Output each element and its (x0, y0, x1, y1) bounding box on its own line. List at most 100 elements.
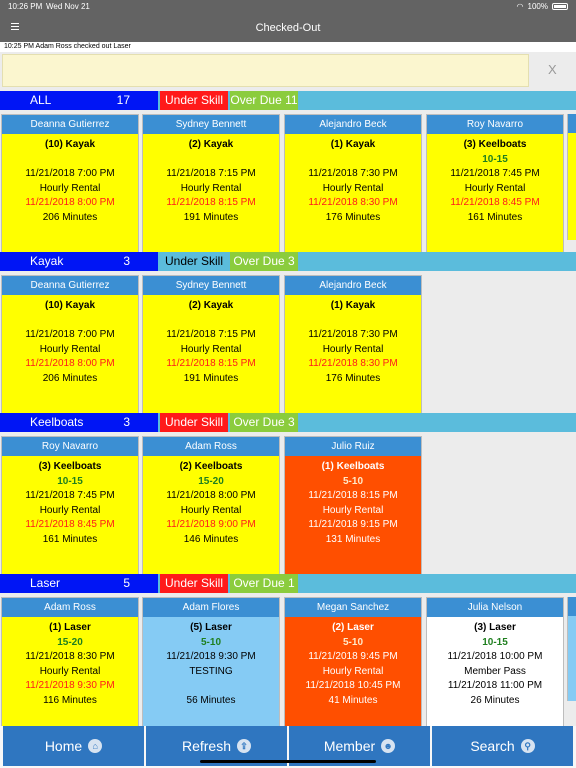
group-count: 5 (123, 576, 130, 590)
rental-card[interactable]: Julio Ruiz (1) Keelboats 5-10 11/21/2018 8:… (284, 436, 422, 578)
due-time (143, 679, 279, 694)
due-time: 11/21/2018 8:30 PM (308, 358, 398, 369)
rental-details: (2) Kayak 11/21/2018 7:15 PM Hourly Rental… (143, 295, 279, 416)
checkout-time: 11/21/2018 9:45 PM (308, 651, 398, 662)
rental-details: (1) Laser 15-20 11/21/2018 8:30 PM Hourly R… (2, 617, 138, 738)
rental-card[interactable]: Adam Ross (2) Keelboats 15-20 11/21/2018 8:… (142, 436, 280, 578)
checkout-time: 11/21/2018 7:15 PM (166, 329, 256, 340)
group-bar-laser[interactable]: Laser 5 Under Skill 3Over Due 1 (0, 574, 576, 609)
rental-details: (1) Keelboats 5-10 11/21/2018 8:15 PM Hourl… (285, 456, 421, 577)
group-name: Kayak (30, 254, 64, 268)
elapsed-minutes: 41 Minutes (328, 694, 378, 706)
group-count: 3 (123, 254, 130, 268)
rental-type: Hourly Rental (39, 665, 101, 677)
elapsed-minutes: 206 Minutes (42, 372, 98, 384)
skill-range: 5-10 (342, 475, 363, 487)
rental-card[interactable]: Roy Navarro (3) Keelboats 10-15 11/21/2018 … (1, 436, 139, 578)
checkout-time: 11/21/2018 7:15 PM (166, 168, 256, 179)
due-time: 11/21/2018 10:45 PM (305, 680, 401, 691)
skill-range: 15-20 (57, 636, 83, 648)
elapsed-minutes: 176 Minutes (325, 372, 381, 384)
boat-label: (3) Keelboats (38, 461, 102, 472)
rental-details: (10) Kayak 11/21/2018 7:00 PM Hourly Renta… (2, 295, 138, 416)
rental-type: Hourly Rental (180, 182, 242, 194)
rental-card[interactable]: Deanna Gutierrez (10) Kayak 11/21/2018 7:0… (1, 275, 139, 417)
skill-range (285, 153, 421, 168)
rental-type: Hourly Rental (39, 343, 101, 355)
rental-type: Hourly Rental (39, 504, 101, 516)
rental-type: Hourly Rental (464, 182, 526, 194)
group-filter-all[interactable]: Keelboats 3 (0, 413, 158, 432)
skill-range: 5-10 (342, 636, 363, 648)
rental-card[interactable]: Adam Flores (5) Laser 5-10 11/21/2018 9:30 … (142, 597, 280, 739)
due-time: 11/21/2018 8:45 PM (450, 197, 540, 208)
tab-home-button[interactable]: Home ⌂ (3, 726, 144, 766)
checkout-time: 11/21/2018 7:30 PM (308, 168, 398, 179)
rental-card[interactable]: Deanna Gutierrez (10) Kayak 11/21/2018 7:0… (1, 114, 139, 256)
next-card-edge[interactable] (567, 114, 576, 240)
status-date: Wed Nov 21 (46, 2, 90, 11)
next-card-edge[interactable] (567, 597, 576, 701)
group-filter-all[interactable]: Kayak 3 (0, 252, 158, 271)
elapsed-minutes: 206 Minutes (42, 211, 98, 223)
elapsed-minutes: 26 Minutes (470, 694, 520, 706)
under-skill-filter[interactable]: Under Skill 1 (160, 413, 228, 448)
person-icon: ☻ (381, 739, 396, 753)
over-due-filter[interactable]: Over Due 3 (230, 252, 298, 271)
rental-card[interactable]: Sydney Bennett (2) Kayak 11/21/2018 7:15 P… (142, 275, 280, 417)
renter-name: Adam Ross (2, 598, 138, 617)
skill-range (285, 314, 421, 329)
rental-details: (2) Keelboats 15-20 11/21/2018 8:00 PM Hour… (143, 456, 279, 577)
group-name: Keelboats (30, 415, 84, 429)
due-time: 11/21/2018 9:00 PM (166, 519, 256, 530)
due-time: 11/21/2018 11:00 PM (447, 680, 543, 691)
checkout-time: 11/21/2018 10:00 PM (447, 651, 543, 662)
boat-label: (5) Laser (190, 622, 232, 633)
upload-icon: ⇪ (237, 739, 252, 753)
due-time: 11/21/2018 8:00 PM (25, 358, 115, 369)
group-bar-all[interactable]: ALL 17 Under Skill 5Over Due 11 (0, 91, 576, 126)
group-bar-kayak[interactable]: Kayak 3 Under Skill 0Over Due 3 (0, 252, 576, 287)
renter-name: Alejandro Beck (285, 276, 421, 295)
rental-type: Hourly Rental (322, 182, 384, 194)
checkout-time: 11/21/2018 7:30 PM (308, 329, 398, 340)
elapsed-minutes: 131 Minutes (325, 533, 381, 545)
over-due-filter[interactable]: Over Due 1 (230, 574, 298, 593)
tab-search-button[interactable]: Search ⚲ (432, 726, 573, 766)
rental-card[interactable]: Adam Ross (1) Laser 15-20 11/21/2018 8:30 P… (1, 597, 139, 739)
rental-type: Hourly Rental (322, 343, 384, 355)
over-due-filter[interactable]: Over Due 11 (230, 91, 298, 110)
rental-card[interactable]: Sydney Bennett (2) Kayak 11/21/2018 7:15 P… (142, 114, 280, 256)
renter-name: Adam Flores (143, 598, 279, 617)
rental-type: Hourly Rental (322, 504, 384, 516)
rental-type: Hourly Rental (322, 665, 384, 677)
over-due-filter[interactable]: Over Due 3 (230, 413, 298, 432)
rental-card[interactable]: Roy Navarro (3) Keelboats 10-15 11/21/2018 … (426, 114, 564, 256)
skill-range: 10-15 (57, 475, 83, 487)
boat-label: (1) Kayak (330, 139, 376, 150)
rental-card[interactable]: Alejandro Beck (1) Kayak 11/21/2018 7:30 P… (284, 114, 422, 256)
home-indicator (200, 760, 376, 763)
under-skill-filter[interactable]: Under Skill 3 (160, 574, 228, 609)
under-skill-filter[interactable]: Under Skill 0 (160, 252, 228, 287)
elapsed-minutes: 161 Minutes (467, 211, 523, 223)
checkout-time: 11/21/2018 7:00 PM (25, 168, 115, 179)
rental-details: (2) Kayak 11/21/2018 7:15 PM Hourly Rental… (143, 134, 279, 255)
group-bar-keelboats[interactable]: Keelboats 3 Under Skill 1Over Due 3 (0, 413, 576, 448)
boat-label: (2) Keelboats (179, 461, 243, 472)
due-time: 11/21/2018 9:15 PM (308, 519, 398, 530)
rental-card[interactable]: Julia Nelson (3) Laser 10-15 11/21/2018 10:… (426, 597, 564, 739)
group-filter-all[interactable]: Laser 5 (0, 574, 158, 593)
group-filter-all[interactable]: ALL 17 (0, 91, 158, 110)
rental-type: Hourly Rental (180, 504, 242, 516)
rental-card[interactable]: Alejandro Beck (1) Kayak 11/21/2018 7:30 P… (284, 275, 422, 417)
message-field[interactable] (2, 54, 529, 87)
rental-card[interactable]: Megan Sanchez (2) Laser 5-10 11/21/2018 9:4… (284, 597, 422, 739)
skill-range: 15-20 (198, 475, 224, 487)
boat-label: (10) Kayak (44, 300, 96, 311)
under-skill-filter[interactable]: Under Skill 5 (160, 91, 228, 126)
rental-type: Member Pass (464, 665, 526, 677)
clear-message-button[interactable]: X (548, 62, 557, 77)
due-time: 11/21/2018 8:30 PM (308, 197, 398, 208)
group-name: ALL (30, 93, 52, 107)
